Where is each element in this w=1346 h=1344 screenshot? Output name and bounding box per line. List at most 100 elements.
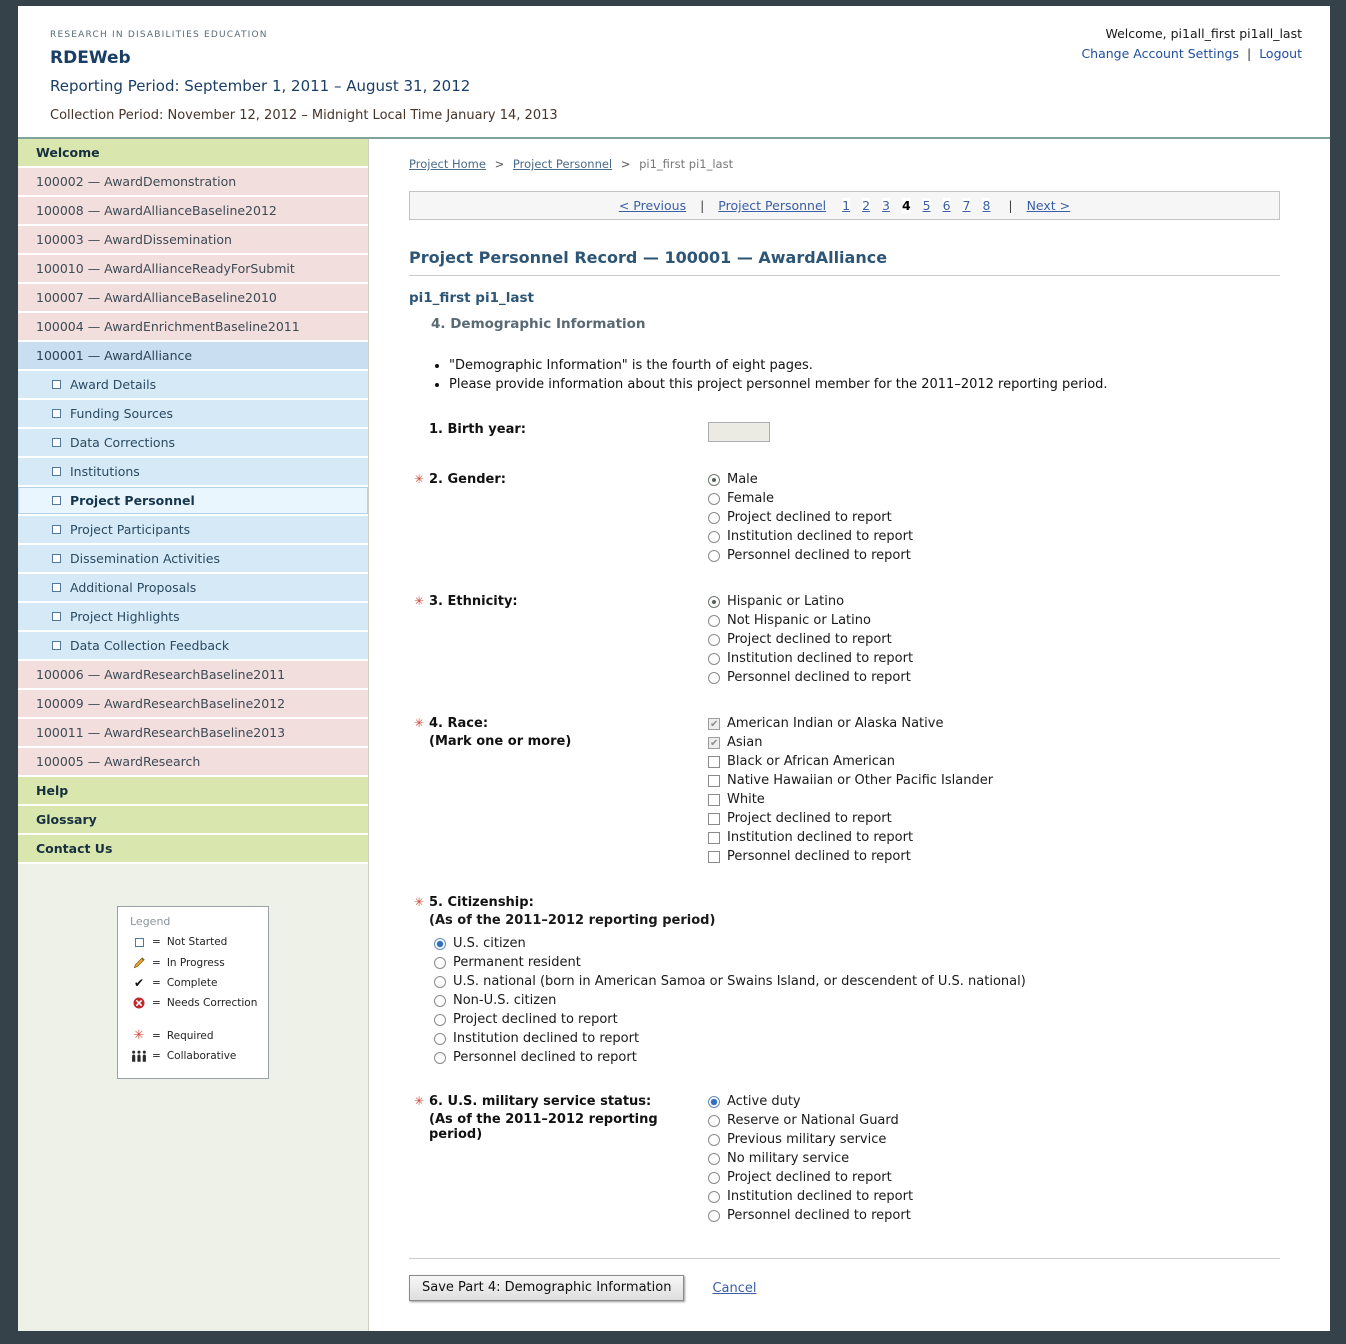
sidebar-item[interactable]: 100011 — AwardResearchBaseline2013: [18, 719, 368, 748]
sidebar-item[interactable]: 100007 — AwardAllianceBaseline2010: [18, 284, 368, 313]
radio-option[interactable]: Male: [708, 472, 1280, 488]
sidebar-item[interactable]: 100001 — AwardAlliance: [18, 342, 368, 371]
breadcrumb-item[interactable]: Project Home: [409, 157, 486, 171]
pagination-item[interactable]: < Previous: [619, 198, 686, 213]
checkbox-option[interactable]: American Indian or Alaska Native: [708, 716, 1280, 732]
radio-button-icon[interactable]: [434, 1052, 446, 1064]
radio-option[interactable]: Institution declined to report: [708, 529, 1280, 545]
pagination-item[interactable]: 8: [982, 198, 990, 213]
radio-option[interactable]: Hispanic or Latino: [708, 594, 1280, 610]
sidebar-item[interactable]: 100005 — AwardResearch: [18, 748, 368, 777]
checkbox-option[interactable]: Institution declined to report: [708, 830, 1280, 846]
radio-button-icon[interactable]: [708, 596, 720, 608]
sidebar-item[interactable]: 100008 — AwardAllianceBaseline2012: [18, 197, 368, 226]
pagination-item[interactable]: 1: [842, 198, 850, 213]
radio-button-icon[interactable]: [434, 995, 446, 1007]
radio-option[interactable]: Institution declined to report: [708, 651, 1280, 667]
radio-button-icon[interactable]: [434, 1033, 446, 1045]
radio-button-icon[interactable]: [708, 1210, 720, 1222]
checkbox-option[interactable]: Project declined to report: [708, 811, 1280, 827]
sidebar-item[interactable]: Additional Proposals: [18, 574, 368, 603]
sidebar-item[interactable]: 100010 — AwardAllianceReadyForSubmit: [18, 255, 368, 284]
radio-option[interactable]: Not Hispanic or Latino: [708, 613, 1280, 629]
radio-option[interactable]: Permanent resident: [434, 955, 1280, 971]
radio-option[interactable]: Previous military service: [708, 1132, 1280, 1148]
radio-option[interactable]: Personnel declined to report: [708, 548, 1280, 564]
sidebar-item[interactable]: Data Corrections: [18, 429, 368, 458]
radio-button-icon[interactable]: [708, 634, 720, 646]
pagination-item[interactable]: 5: [923, 198, 931, 213]
pagination-item[interactable]: 7: [963, 198, 971, 213]
pagination-item[interactable]: Next >: [1027, 198, 1071, 213]
checkbox-icon[interactable]: [708, 832, 720, 844]
sidebar-item[interactable]: Help: [18, 777, 368, 806]
radio-button-icon[interactable]: [434, 938, 446, 950]
radio-button-icon[interactable]: [708, 1134, 720, 1146]
checkbox-icon[interactable]: [708, 813, 720, 825]
radio-button-icon[interactable]: [434, 1014, 446, 1026]
change-account-settings-link[interactable]: Change Account Settings: [1081, 46, 1239, 61]
radio-button-icon[interactable]: [708, 550, 720, 562]
sidebar-item[interactable]: 100006 — AwardResearchBaseline2011: [18, 661, 368, 690]
sidebar-item[interactable]: Award Details: [18, 371, 368, 400]
checkbox-icon[interactable]: [708, 737, 720, 749]
sidebar-item[interactable]: 100009 — AwardResearchBaseline2012: [18, 690, 368, 719]
radio-option[interactable]: Project declined to report: [708, 510, 1280, 526]
radio-button-icon[interactable]: [708, 1191, 720, 1203]
sidebar-item[interactable]: Contact Us: [18, 835, 368, 864]
radio-button-icon[interactable]: [708, 493, 720, 505]
sidebar-item[interactable]: Data Collection Feedback: [18, 632, 368, 661]
radio-button-icon[interactable]: [708, 1172, 720, 1184]
radio-button-icon[interactable]: [708, 1153, 720, 1165]
radio-option[interactable]: Institution declined to report: [434, 1031, 1280, 1047]
checkbox-option[interactable]: Asian: [708, 735, 1280, 751]
sidebar-item[interactable]: Dissemination Activities: [18, 545, 368, 574]
radio-option[interactable]: Reserve or National Guard: [708, 1113, 1280, 1129]
sidebar-item[interactable]: 100003 — AwardDissemination: [18, 226, 368, 255]
checkbox-icon[interactable]: [708, 718, 720, 730]
sidebar-item[interactable]: 100002 — AwardDemonstration: [18, 168, 368, 197]
radio-option[interactable]: Institution declined to report: [708, 1189, 1280, 1205]
sidebar-item[interactable]: Project Participants: [18, 516, 368, 545]
sidebar-item[interactable]: Glossary: [18, 806, 368, 835]
birth-year-input[interactable]: [708, 422, 770, 442]
sidebar-item[interactable]: Institutions: [18, 458, 368, 487]
save-button[interactable]: Save Part 4: Demographic Information: [409, 1275, 684, 1301]
radio-option[interactable]: Active duty: [708, 1094, 1280, 1110]
checkbox-option[interactable]: Native Hawaiian or Other Pacific Islande…: [708, 773, 1280, 789]
logout-link[interactable]: Logout: [1259, 46, 1302, 61]
checkbox-option[interactable]: Personnel declined to report: [708, 849, 1280, 865]
radio-button-icon[interactable]: [434, 957, 446, 969]
radio-option[interactable]: U.S. national (born in American Samoa or…: [434, 974, 1280, 990]
pagination-item[interactable]: Project Personnel: [718, 198, 826, 213]
pagination-item[interactable]: 2: [862, 198, 870, 213]
radio-option[interactable]: No military service: [708, 1151, 1280, 1167]
sidebar-item[interactable]: Project Personnel: [18, 487, 368, 516]
radio-option[interactable]: Non-U.S. citizen: [434, 993, 1280, 1009]
radio-button-icon[interactable]: [708, 1096, 720, 1108]
radio-option[interactable]: Project declined to report: [708, 1170, 1280, 1186]
radio-button-icon[interactable]: [708, 512, 720, 524]
radio-button-icon[interactable]: [708, 653, 720, 665]
pagination-item[interactable]: 6: [943, 198, 951, 213]
checkbox-icon[interactable]: [708, 756, 720, 768]
checkbox-option[interactable]: Black or African American: [708, 754, 1280, 770]
sidebar-item[interactable]: Welcome: [18, 139, 368, 168]
radio-button-icon[interactable]: [708, 474, 720, 486]
radio-button-icon[interactable]: [708, 1115, 720, 1127]
cancel-link[interactable]: Cancel: [712, 1281, 756, 1296]
radio-option[interactable]: Female: [708, 491, 1280, 507]
checkbox-option[interactable]: White: [708, 792, 1280, 808]
pagination-item[interactable]: 3: [882, 198, 890, 213]
radio-option[interactable]: Project declined to report: [434, 1012, 1280, 1028]
radio-button-icon[interactable]: [708, 615, 720, 627]
checkbox-icon[interactable]: [708, 851, 720, 863]
sidebar-item[interactable]: Project Highlights: [18, 603, 368, 632]
radio-option[interactable]: Project declined to report: [708, 632, 1280, 648]
radio-option[interactable]: Personnel declined to report: [708, 670, 1280, 686]
radio-option[interactable]: Personnel declined to report: [708, 1208, 1280, 1224]
checkbox-icon[interactable]: [708, 775, 720, 787]
breadcrumb-item[interactable]: Project Personnel: [513, 157, 612, 171]
radio-option[interactable]: U.S. citizen: [434, 936, 1280, 952]
radio-button-icon[interactable]: [708, 672, 720, 684]
